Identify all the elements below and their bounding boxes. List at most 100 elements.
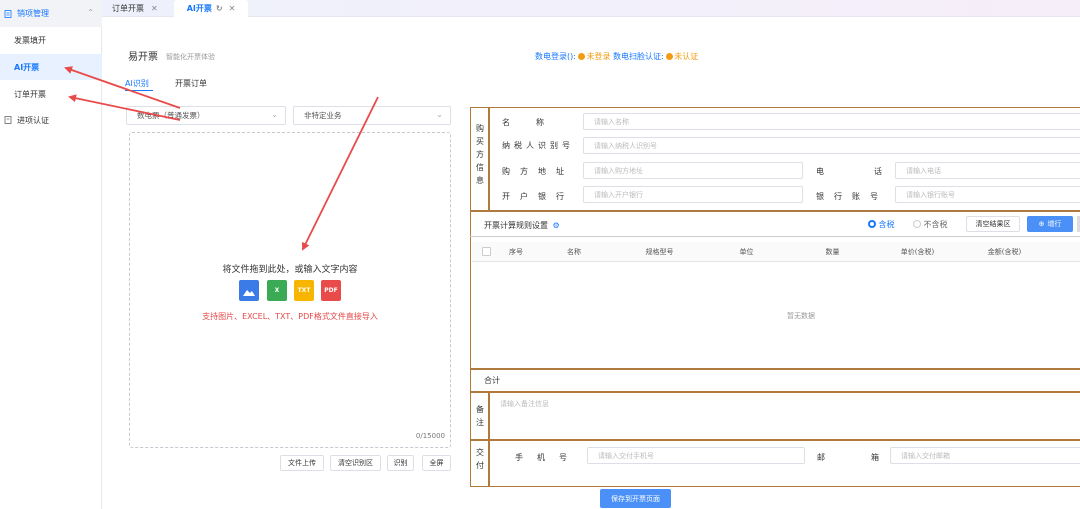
divider (488, 107, 490, 210)
login-status-bar: 数电登录(): 未登录 数电扫脸认证: 未认证 (535, 51, 698, 62)
sidebar-item-label: 订单开票 (14, 89, 46, 99)
image-icon (239, 280, 259, 301)
delivery-phone-input[interactable]: 请输入交付手机号 (587, 447, 805, 464)
radio-checked-icon (868, 220, 876, 228)
tax-excluded-radio[interactable]: 不含税 (913, 219, 948, 230)
buyer-bank-input[interactable]: 请输入开户银行 (583, 186, 803, 203)
recognize-button[interactable]: 识别 (387, 455, 414, 471)
divider (488, 439, 490, 487)
tab-bar: 订单开票 ✕ AI开票 ↻ ✕ (102, 0, 1080, 17)
chevron-down-icon: ⌄ (436, 110, 443, 119)
tax-included-label: 含税 (878, 220, 895, 229)
warning-dot-icon (666, 53, 674, 60)
scan-status[interactable]: 未认证 (666, 52, 698, 61)
tab-ai-invoice[interactable]: AI开票 ↻ ✕ (174, 0, 248, 17)
buyer-account-label: 银行账号 (816, 192, 888, 201)
login-status-text: 未登录 (586, 52, 611, 61)
col-header-amount: 金额(含税) (987, 248, 1022, 256)
col-header-unit-price: 单价(含税) (900, 248, 935, 256)
scan-label: 数电扫脸认证: (613, 52, 664, 61)
subtab-invoice-order[interactable]: 开票订单 (175, 78, 207, 89)
col-header-unit: 单位 (739, 248, 754, 256)
subtab-ai-recognize[interactable]: AI识别 (125, 78, 149, 89)
calc-rules-label: 开票计算规则设置 ⚙ (484, 220, 560, 231)
page-subtitle: 智能化开票体验 (166, 53, 215, 61)
tab-order-invoice[interactable]: 订单开票 ✕ (112, 0, 158, 17)
total-label: 合计 (484, 376, 500, 385)
settings-gear-icon[interactable]: ⚙ (553, 221, 560, 230)
buyer-account-input[interactable]: 请输入银行账号 (895, 186, 1080, 203)
buyer-address-label: 购方地址 (502, 167, 574, 176)
buyer-tax-input[interactable]: 请输入纳税人识别号 (583, 137, 1080, 154)
tab-label: AI开票 (186, 4, 212, 13)
sidebar-item-label: AI开票 (14, 62, 40, 72)
delivery-email-input[interactable]: 请输入交付邮箱 (890, 447, 1080, 464)
divider (470, 368, 1080, 370)
excel-icon: X (267, 280, 287, 301)
document-icon (4, 116, 12, 124)
radio-unchecked-icon (913, 220, 921, 228)
warning-dot-icon (578, 53, 586, 60)
sidebar-item-label: 进项认证 (17, 115, 49, 125)
login-status[interactable]: 未登录 (578, 52, 610, 61)
sidebar-item-order-invoice[interactable]: 订单开票 (0, 81, 102, 107)
business-type-select[interactable]: 非特定业务 ⌄ (293, 106, 451, 125)
delivery-label: 交付 (476, 448, 484, 470)
invoice-type-select[interactable]: 数电票（普通发票） ⌄ (126, 106, 286, 125)
tax-excluded-label: 不含税 (923, 220, 948, 229)
close-icon[interactable]: ✕ (229, 4, 236, 13)
col-header-index: 序号 (509, 248, 523, 256)
sidebar-group-input-tax[interactable]: 进项认证 (0, 108, 102, 132)
divider (470, 210, 1080, 212)
col-header-qty: 数量 (825, 248, 840, 256)
dropzone-text: 将文件拖到此处，或输入文字内容 (222, 265, 358, 275)
upload-file-button[interactable]: 文件上传 (280, 455, 324, 471)
chevron-up-icon: ⌃ (87, 8, 94, 17)
tax-included-radio[interactable]: 含税 (868, 219, 895, 230)
invoice-type-value: 数电票（普通发票） (137, 111, 205, 120)
sidebar-item-label: 发票填开 (14, 35, 46, 45)
document-icon (4, 9, 12, 18)
chevron-down-icon: ⌄ (271, 110, 278, 119)
sidebar-group-sales[interactable]: 销项管理 ⌃ (0, 0, 102, 27)
calc-rules-text: 开票计算规则设置 (484, 221, 548, 230)
close-icon[interactable]: ✕ (151, 4, 158, 13)
buyer-section-label: 购买方信息 (476, 124, 484, 185)
fullscreen-button[interactable]: 全屏 (422, 455, 451, 471)
buyer-address-input[interactable]: 请输入购方地址 (583, 162, 803, 179)
business-type-value: 非特定业务 (304, 111, 342, 120)
login-label: 数电登录(): (535, 52, 576, 61)
buyer-phone-input[interactable]: 请输入电话 (895, 162, 1080, 179)
buyer-name-label: 名称 (502, 118, 570, 127)
buyer-name-input[interactable]: 请输入名称 (583, 113, 1080, 130)
sidebar: 销项管理 ⌃ 发票填开 AI开票 订单开票 进项认证 (0, 0, 102, 509)
sidebar-group-label: 销项管理 (17, 9, 49, 18)
save-to-invoice-button[interactable]: 保存到开票页面 (600, 489, 671, 508)
tab-label: 订单开票 (112, 4, 144, 13)
buyer-bank-label: 开户银行 (502, 192, 574, 201)
sidebar-item-ai-invoice[interactable]: AI开票 (0, 54, 102, 80)
table-empty-text: 暂无数据 (787, 312, 815, 320)
delivery-phone-label: 手机号 (515, 453, 581, 462)
col-header-name: 名称 (567, 248, 581, 256)
char-counter: 0/15000 (415, 432, 445, 440)
pdf-icon: PDF (321, 280, 341, 301)
file-dropzone[interactable] (129, 132, 451, 448)
dropzone-tip: 支持图片、EXCEL、TXT、PDF格式文件直接导入 (202, 312, 378, 321)
divider (470, 439, 1080, 441)
refresh-icon[interactable]: ↻ (216, 4, 223, 13)
divider (470, 236, 1080, 237)
plus-circle-icon: ⊕ (1038, 220, 1045, 228)
clear-recognition-button[interactable]: 清空识别区 (330, 455, 381, 471)
scan-status-text: 未认证 (674, 52, 699, 61)
select-all-checkbox[interactable] (482, 247, 491, 256)
remark-input[interactable]: 请输入备注信息 (500, 399, 549, 409)
add-row-button[interactable]: ⊕ 增行 (1027, 216, 1073, 232)
sidebar-item-issue-invoice[interactable]: 发票填开 (0, 27, 102, 53)
divider (488, 391, 490, 439)
add-row-label: 增行 (1047, 220, 1062, 228)
subtab-indicator (125, 90, 153, 91)
remark-label: 备注 (476, 405, 484, 427)
clear-results-button[interactable]: 清空结果区 (966, 216, 1020, 232)
txt-icon: TXT (294, 280, 314, 301)
